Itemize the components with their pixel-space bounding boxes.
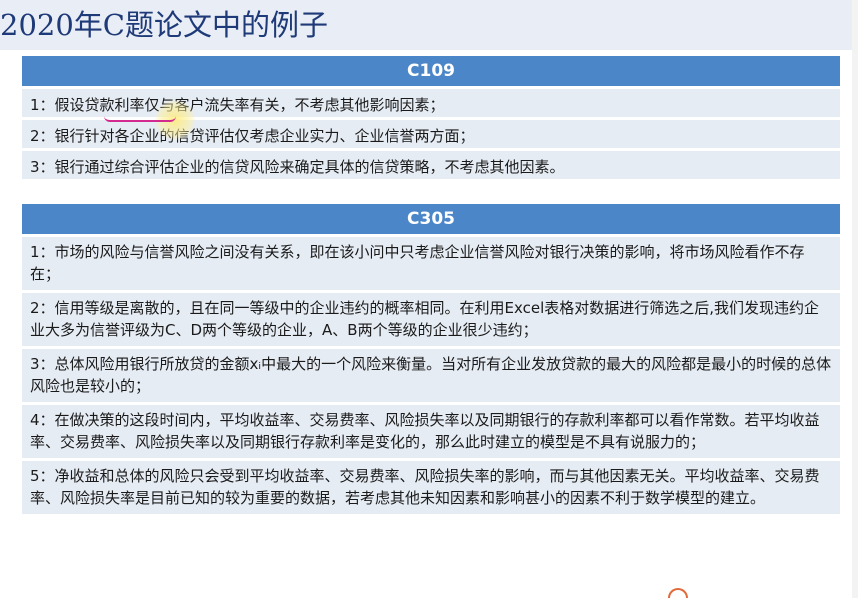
list-item: 1：市场的风险与信誉风险之间没有关系，即在该小问中只考虑企业信誉风险对银行决策的…: [22, 237, 840, 293]
window-edge: [852, 0, 858, 598]
ink-underline: [104, 116, 176, 122]
section-header: C109: [22, 56, 840, 89]
list-item: 2：信用等级是离散的，且在同一等级中的企业违约的概率相同。在利用Excel表格对…: [22, 293, 840, 349]
section-header: C305: [22, 204, 840, 237]
list-item: 3：银行通过综合评估企业的信贷风险来确定具体的信贷策略，不考虑其他因素。: [22, 151, 840, 182]
list-item: 5：净收益和总体的风险只会受到平均收益率、交易费率、风险损失率的影响，而与其他因…: [22, 461, 840, 517]
ink-mark: [668, 588, 688, 598]
section-c305: C305 1：市场的风险与信誉风险之间没有关系，即在该小问中只考虑企业信誉风险对…: [22, 204, 840, 517]
list-item: 3：总体风险用银行所放贷的金额xᵢ中最大的一个风险来衡量。当对所有企业发放贷款的…: [22, 349, 840, 405]
list-item: 4：在做决策的这段时间内，平均收益率、交易费率、风险损失率以及同期银行的存款利率…: [22, 405, 840, 461]
page-title: 2020年C题论文中的例子: [0, 8, 328, 42]
list-item: 2：银行针对各企业的信贷评估仅考虑企业实力、企业信誉两方面；: [22, 120, 840, 151]
